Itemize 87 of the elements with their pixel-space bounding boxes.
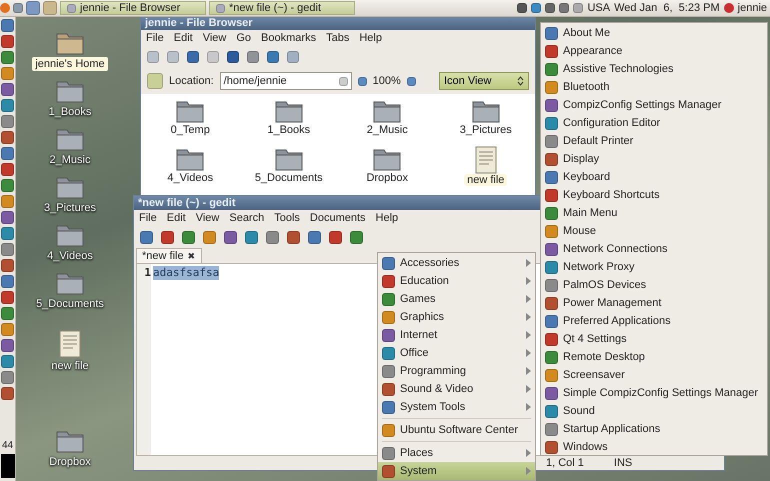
menu-item[interactable]: System xyxy=(378,462,535,480)
menu-item[interactable]: CompizConfig Settings Manager xyxy=(541,96,767,114)
file-label[interactable]: 2_Music xyxy=(364,124,411,136)
menu-item[interactable]: Remote Desktop xyxy=(541,348,767,366)
menu-item[interactable]: Education xyxy=(378,272,535,290)
file-label[interactable]: 0_Temp xyxy=(168,124,213,136)
location-field[interactable]: /home/jennie xyxy=(220,72,352,90)
menu-item[interactable]: Accessories xyxy=(378,254,535,272)
desktop-icon-label[interactable]: 5_Documents xyxy=(33,297,107,311)
menu-item[interactable]: Network Connections xyxy=(541,240,767,258)
menu-item[interactable]: Help xyxy=(359,32,382,44)
menu-item[interactable]: Network Proxy xyxy=(541,258,767,276)
updown-arrows-icon xyxy=(517,76,524,86)
menu-item[interactable]: About Me xyxy=(541,24,767,42)
menu-item[interactable]: Graphics xyxy=(378,308,535,326)
file-label[interactable]: 4_Videos xyxy=(164,172,216,184)
desktop-icon-label[interactable]: 4_Videos xyxy=(44,249,96,263)
document-icon xyxy=(474,146,497,174)
menu-item[interactable]: Search xyxy=(229,212,264,224)
menu-item[interactable]: Keyboard Shortcuts xyxy=(541,186,767,204)
menu-item[interactable]: Configuration Editor xyxy=(541,114,767,132)
window-title: jennie - File Browser xyxy=(145,17,253,29)
menu-item[interactable]: Edit xyxy=(166,212,186,224)
menu-item[interactable]: Help xyxy=(376,212,398,224)
file-label[interactable]: 1_Books xyxy=(264,124,314,136)
menu-item[interactable]: Display xyxy=(541,150,767,168)
menu-item[interactable]: File xyxy=(146,32,164,44)
menu-item[interactable]: Go xyxy=(236,32,252,44)
menu-item[interactable]: Appearance xyxy=(541,42,767,60)
menu-item[interactable]: View xyxy=(202,32,226,44)
close-tab-button[interactable]: ✖ xyxy=(188,251,196,261)
selected-text: adasfsafsa xyxy=(153,266,220,280)
menu-item[interactable]: Games xyxy=(378,290,535,308)
menu-item[interactable]: Documents xyxy=(310,212,366,224)
taskbar-button[interactable]: jennie - File Browser xyxy=(60,1,206,15)
menu-item[interactable]: Qt 4 Settings xyxy=(541,330,767,348)
status-text: INS xyxy=(614,457,632,469)
menu-item[interactable]: Bluetooth xyxy=(541,78,767,96)
document-tab[interactable]: *new file ✖ xyxy=(136,248,202,263)
menu-item[interactable]: Sound xyxy=(541,402,767,420)
file-label[interactable]: 3_Pictures xyxy=(456,124,515,136)
keyboard-layout[interactable]: USA xyxy=(587,2,610,14)
user-name[interactable]: jennie xyxy=(738,2,767,14)
menu-item[interactable]: Office xyxy=(378,344,535,362)
menu-item[interactable]: Tabs xyxy=(326,32,350,44)
desktop-icon-label[interactable]: jennie's Home xyxy=(32,57,108,71)
menu-item[interactable]: Programming xyxy=(378,362,535,380)
menu-item[interactable]: Startup Applications xyxy=(541,420,767,438)
menu-item[interactable]: Screensaver xyxy=(541,366,767,384)
menu-item[interactable]: Default Printer xyxy=(541,132,767,150)
menu-item[interactable]: Sound & Video xyxy=(378,380,535,398)
menu-item[interactable]: Windows xyxy=(541,438,767,456)
menu-item[interactable]: Tools xyxy=(274,212,300,224)
menu-item[interactable]: File xyxy=(139,212,157,224)
desktop-icon-label[interactable]: 3_Pictures xyxy=(41,201,99,215)
menu-item[interactable]: Preferred Applications xyxy=(541,312,767,330)
menu-item[interactable]: View xyxy=(196,212,220,224)
menu-item[interactable]: Keyboard xyxy=(541,168,767,186)
menu-item[interactable]: Power Management xyxy=(541,294,767,312)
file-label[interactable]: new file xyxy=(464,174,508,186)
document-icon xyxy=(59,330,81,358)
menu-item[interactable]: Places xyxy=(378,444,535,462)
menu-item[interactable]: Ubuntu Software Center xyxy=(378,421,535,439)
menu-item[interactable]: Bookmarks xyxy=(261,32,316,44)
zoom-level: 100% xyxy=(372,75,401,87)
file-label[interactable]: 5_Documents xyxy=(252,172,326,184)
menu-item[interactable]: Simple CompizConfig Settings Manager xyxy=(541,384,767,402)
desktop-icon-label[interactable]: new file xyxy=(48,359,92,373)
file-label[interactable]: Dropbox xyxy=(363,172,412,184)
desktop-icon-label[interactable]: 2_Music xyxy=(46,153,94,167)
menu-item[interactable]: Mouse xyxy=(541,222,767,240)
counter: 44 xyxy=(2,440,14,451)
clock[interactable]: Wed Jan 6, 5:23 PM xyxy=(614,2,720,14)
line-number: 1 xyxy=(137,264,151,455)
desktop-icon-label[interactable]: 1_Books xyxy=(46,105,94,119)
view-dropdown[interactable]: Icon View xyxy=(439,72,529,90)
menu-item[interactable]: Main Menu xyxy=(541,204,767,222)
location-label: Location: xyxy=(169,75,214,87)
window-title: *new file (~) - gedit xyxy=(138,197,236,209)
dock-tile xyxy=(0,454,14,478)
menu-item[interactable]: PalmOS Devices xyxy=(541,276,767,294)
status-text: 1, Col 1 xyxy=(546,457,584,469)
menu-item[interactable]: System Tools xyxy=(378,398,535,416)
taskbar-button[interactable]: *new file (~) - gedit xyxy=(209,1,355,15)
menu-item[interactable]: Assistive Technologies xyxy=(541,60,767,78)
menu-item[interactable]: Edit xyxy=(174,32,193,44)
menu-item[interactable]: Internet xyxy=(378,326,535,344)
